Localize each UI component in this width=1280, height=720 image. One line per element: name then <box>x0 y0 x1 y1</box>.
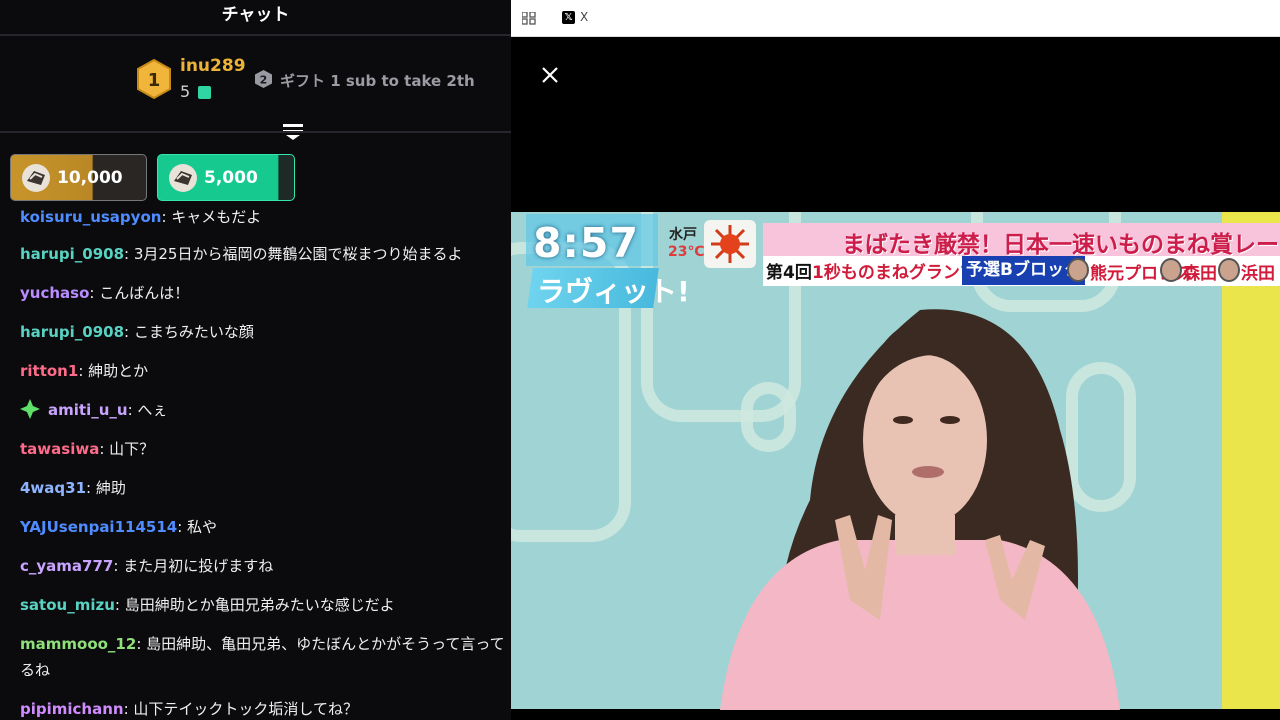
contestant-name: 浜田 <box>1241 264 1275 284</box>
contestant-face-icon <box>1218 258 1240 282</box>
top-gifter-name[interactable]: inu289 <box>180 56 246 76</box>
contestant-name: 森田 <box>1183 264 1217 284</box>
chat-message: 4waq31: 紳助 <box>20 479 126 497</box>
gift-emblem-icon <box>22 163 50 192</box>
gift-goal-label-1: 10,000 <box>57 167 123 188</box>
second-place-prompt: ギフト 1 sub to take 2th <box>280 72 475 90</box>
gift-goal-button-1[interactable]: 10,000 <box>10 154 147 201</box>
chat-message: yuchaso: こんばんは！ <box>20 284 190 302</box>
sparkle-badge-icon <box>20 399 40 419</box>
chat-message: koisuru_usapyon: キャメもだよ <box>20 208 262 226</box>
chat-username[interactable]: ritton1 <box>20 362 78 380</box>
gift-goal-button-2[interactable]: 5,000 <box>157 154 295 201</box>
chat-text: キャメもだよ <box>171 208 262 226</box>
gift-emblem-icon <box>169 163 197 192</box>
chat-text: 島田紳助とか亀田兄弟みたいな感じだよ <box>124 596 395 614</box>
chat-message: YAJUsenpai114514: 私や <box>20 518 218 536</box>
chat-message: harupi_0908: 3月25日から福岡の舞鶴公園で桜まつり始まるよ <box>20 245 463 263</box>
chat-text: 私や <box>187 518 218 536</box>
chat-username[interactable]: amiti_u_u <box>48 401 128 419</box>
chat-panel: チャット 1 inu289 5 2 ギフト 1 sub to take 2th <box>0 0 511 720</box>
chat-header: チャット <box>0 0 511 36</box>
chat-message: c_yama777: また月初に投げますね <box>20 557 274 575</box>
weather-temperature: 23℃ <box>668 244 705 260</box>
chat-text: へぇ <box>137 401 168 419</box>
second-rank-number: 2 <box>260 74 268 87</box>
x-logo-icon: 𝕏 <box>562 11 575 24</box>
first-rank-number: 1 <box>148 70 161 91</box>
chat-username[interactable]: yuchaso <box>20 284 89 302</box>
leaderboard-divider <box>0 131 511 133</box>
contestant-face-icon <box>1067 258 1089 282</box>
chat-username[interactable]: koisuru_usapyon <box>20 208 161 226</box>
chat-text: こんばんは！ <box>99 284 190 302</box>
browser-tab-label[interactable]: X <box>580 10 588 24</box>
show-logo-text: ラヴィット! <box>537 275 690 308</box>
chat-message: pipimichann: 山下テイックトック垢消してね？ <box>20 700 358 718</box>
chat-text: 紳助とか <box>88 362 149 380</box>
chat-username[interactable]: satou_mizu <box>20 596 115 614</box>
chat-message: ritton1: 紳助とか <box>20 362 149 380</box>
tab-grid-icon[interactable] <box>522 12 536 25</box>
chat-username[interactable]: mammooo_12 <box>20 635 136 653</box>
chat-text: 紳助 <box>95 479 126 497</box>
close-icon[interactable] <box>539 64 561 86</box>
tv-round: 第4回 <box>766 263 812 283</box>
contestant-face-icon <box>1160 258 1182 282</box>
chat-message: harupi_0908: こまちみたいな顔 <box>20 323 254 341</box>
chat-title: チャット <box>221 5 290 25</box>
chat-message: satou_mizu: 島田紳助とか亀田兄弟みたいな感じだよ <box>20 596 395 614</box>
set-yellow-panel <box>1222 212 1280 709</box>
chat-username[interactable]: 4waq31 <box>20 479 86 497</box>
tv-clock: 8:57 <box>533 219 639 267</box>
chat-message: mammooo_12: 島田紳助、亀田兄弟、ゆたぼんとかがそうって言ってるね <box>20 635 505 679</box>
chat-username[interactable]: YAJUsenpai114514 <box>20 518 177 536</box>
chat-text: また月初に投げますね <box>123 557 274 575</box>
chat-username[interactable]: pipimichann <box>20 700 124 718</box>
gold-medal-icon: 1 <box>137 59 171 99</box>
top-gifter-count: 5 <box>180 82 191 101</box>
browser-tab-bar <box>511 0 1280 37</box>
chat-message: tawasiwa: 山下？ <box>20 440 155 458</box>
gift-icon <box>198 86 211 99</box>
chat-username[interactable]: harupi_0908 <box>20 245 124 263</box>
video-person-image <box>720 309 1120 710</box>
chat-text: 山下テイックトック垢消してね？ <box>133 700 358 718</box>
chat-username[interactable]: tawasiwa <box>20 440 99 458</box>
chat-text: 3月25日から福岡の舞鶴公園で桜まつり始まるよ <box>133 245 463 263</box>
chat-text: こまちみたいな顔 <box>133 323 254 341</box>
tv-headline: まばたき厳禁！日本一速いものまね賞レー <box>842 232 1279 258</box>
chat-username[interactable]: harupi_0908 <box>20 323 124 341</box>
sun-weather-icon <box>704 220 756 268</box>
gift-goal-label-2: 5,000 <box>204 167 258 188</box>
weather-city: 水戸 <box>669 227 697 243</box>
chat-message: amiti_u_u: へぇ <box>20 397 510 423</box>
chat-text: 山下？ <box>109 440 155 458</box>
chat-username[interactable]: c_yama777 <box>20 557 113 575</box>
silver-medal-icon: 2 <box>255 70 272 88</box>
screen: チャット 1 inu289 5 2 ギフト 1 sub to take 2th <box>0 0 1280 720</box>
